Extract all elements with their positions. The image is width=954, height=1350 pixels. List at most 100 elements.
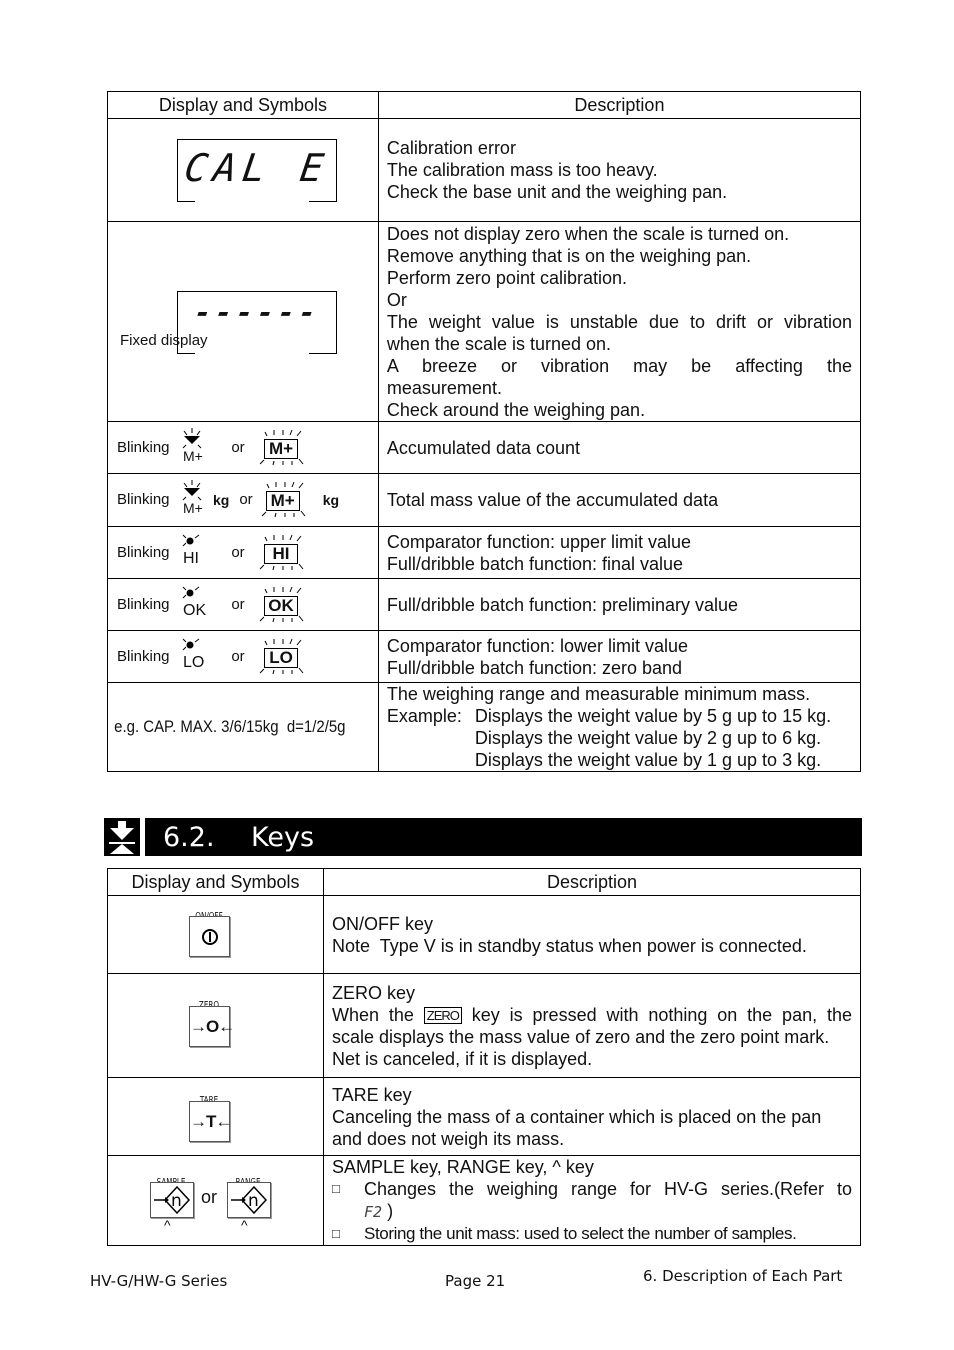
description-cell: Comparator function: lower limit value F… bbox=[377, 630, 862, 683]
key-cell: TARE →T← bbox=[107, 1077, 324, 1156]
range-key[interactable]: n bbox=[227, 1182, 271, 1218]
table-row: Blinking HI or HI Comparator function: u… bbox=[107, 526, 862, 579]
checkbox-bullet-icon: □ bbox=[332, 1226, 340, 1241]
header-display-symbols: Display and Symbols bbox=[107, 868, 324, 896]
lcd-cal-e: CAL E bbox=[107, 118, 379, 222]
tare-key[interactable]: →T← bbox=[189, 1101, 232, 1142]
down-arrow-section-icon bbox=[104, 818, 140, 856]
lcd-display: CAL E bbox=[177, 139, 337, 202]
lcd-text: ------ bbox=[192, 296, 322, 329]
sample-key[interactable]: n bbox=[150, 1182, 194, 1218]
annunciator-text: HI bbox=[183, 549, 199, 567]
table-row: ZERO →O← ZERO key When the ZERO key is p… bbox=[107, 973, 861, 1078]
example-line: Displays the weight value by 2 g up to 6… bbox=[474, 728, 822, 748]
table-row: CAL E Calibration error The calibration … bbox=[107, 118, 862, 222]
desc-line: Perform zero point calibration. bbox=[386, 267, 627, 288]
power-icon bbox=[202, 929, 218, 945]
lo-box-icon: LO bbox=[255, 637, 307, 677]
key-title: ON/OFF key bbox=[332, 913, 434, 934]
checkbox-bullet-icon: □ bbox=[332, 1181, 340, 1196]
m-plus-triangle-icon: M+ bbox=[179, 427, 213, 468]
desc-line: The weight value is unstable due to drif… bbox=[386, 311, 852, 332]
svg-text:n: n bbox=[248, 1191, 259, 1211]
table-row: Blinking LO or LO Comparator function: l… bbox=[107, 630, 862, 683]
table-header-row: Display and Symbols Description bbox=[107, 868, 861, 896]
ok-dot-icon: OK bbox=[179, 585, 213, 625]
desc-line: Comparator function: upper limit value bbox=[386, 531, 692, 552]
box-text: HI bbox=[264, 543, 298, 564]
lcd-fixed-display: ------ Fixed display bbox=[107, 221, 379, 422]
desc-line: Full/dribble batch function: preliminary… bbox=[386, 594, 739, 615]
desc-line: The calibration mass is too heavy. bbox=[386, 160, 658, 180]
description-cell: Does not display zero when the scale is … bbox=[377, 221, 862, 422]
key-title: TARE key bbox=[332, 1084, 412, 1105]
description-cell: Calibration error The calibration mass i… bbox=[377, 118, 862, 222]
range-n-icon: n bbox=[231, 1185, 268, 1215]
capacity-cell: e.g. CAP. MAX. 3/6/15kg d=1/2/5g bbox=[107, 682, 379, 772]
zero-arrows-icon: →O← bbox=[190, 1017, 235, 1036]
kg-unit-label: kg bbox=[213, 492, 230, 508]
description-cell: Comparator function: upper limit value F… bbox=[377, 526, 862, 579]
description-cell: TARE key Canceling the mass of a contain… bbox=[323, 1077, 861, 1156]
zero-key[interactable]: →O← bbox=[189, 1006, 235, 1047]
text-fragment: key is pressed with nothing on the pan, … bbox=[471, 1004, 852, 1025]
ok-box-icon: OK bbox=[255, 585, 307, 625]
on-off-key[interactable] bbox=[189, 916, 230, 957]
desc-line: A breeze or vibration may be affecting t… bbox=[386, 355, 852, 376]
desc-line: measurement. bbox=[386, 377, 502, 398]
desc-line: scale displays the mass value of zero an… bbox=[332, 1026, 830, 1047]
example-line: Displays the weight value by 1 g up to 3… bbox=[474, 750, 822, 770]
key-cell: ON/OFF bbox=[107, 895, 324, 974]
or-label: or bbox=[231, 438, 245, 456]
bullet-text: Changes the weighing range for HV-G seri… bbox=[364, 1179, 852, 1199]
header-description: Description bbox=[323, 868, 861, 896]
key-title: ZERO key bbox=[332, 982, 416, 1003]
text-fragment: When the bbox=[332, 1004, 414, 1025]
sample-n-icon: n bbox=[154, 1185, 191, 1215]
box-text: M+ bbox=[264, 438, 298, 459]
m-plus-box-icon: M+ bbox=[255, 428, 307, 468]
blink-symbol-cell: Blinking OK or OK bbox=[107, 578, 379, 631]
blinking-label: Blinking bbox=[117, 438, 170, 456]
desc-line: Does not display zero when the scale is … bbox=[386, 223, 790, 244]
capacity-example-text: e.g. CAP. MAX. 3/6/15kg d=1/2/5g bbox=[114, 717, 346, 736]
desc-line: and does not weigh its mass. bbox=[332, 1128, 565, 1149]
key-cell: ZERO →O← bbox=[107, 973, 324, 1078]
desc-line: Canceling the mass of a container which … bbox=[332, 1106, 822, 1127]
or-label: or bbox=[231, 595, 245, 613]
desc-line: Total mass value of the accumulated data bbox=[386, 490, 719, 510]
bullet-text: Storing the unit mass: used to select th… bbox=[364, 1224, 797, 1243]
or-label: or bbox=[231, 543, 245, 561]
desc-line: Comparator function: lower limit value bbox=[386, 635, 689, 656]
blinking-label: Blinking bbox=[117, 491, 170, 508]
desc-line: Full/dribble batch function: final value bbox=[386, 553, 684, 574]
desc-line: Check the base unit and the weighing pan… bbox=[386, 182, 728, 202]
blinking-label: Blinking bbox=[117, 543, 170, 561]
up-caret-icon: ^ bbox=[241, 1217, 248, 1233]
table-header-row: Display and Symbols Description bbox=[107, 91, 862, 119]
kg-unit-label: kg bbox=[322, 492, 340, 508]
desc-line: Remove anything that is on the weighing … bbox=[386, 245, 752, 266]
lo-dot-icon: LO bbox=[179, 637, 213, 677]
or-label: or bbox=[201, 1187, 218, 1207]
header-description: Description bbox=[377, 91, 862, 119]
table-row: e.g. CAP. MAX. 3/6/15kg d=1/2/5g The wei… bbox=[107, 682, 862, 772]
text-fragment: ) bbox=[387, 1201, 394, 1221]
section-heading: 6.2. Keys bbox=[145, 818, 862, 856]
svg-text:n: n bbox=[171, 1191, 182, 1211]
m-plus-triangle-icon: M+ bbox=[179, 480, 213, 520]
desc-line: When the ZERO key is pressed with nothin… bbox=[332, 1004, 852, 1026]
footer-series: HV-G/HW-G Series bbox=[90, 1272, 228, 1290]
desc-line: Full/dribble batch function: zero band bbox=[386, 657, 683, 678]
description-cell: Total mass value of the accumulated data bbox=[377, 473, 862, 527]
description-cell: SAMPLE key, RANGE key, ^ key □ Changes t… bbox=[323, 1155, 861, 1246]
example-label: Example: bbox=[386, 706, 462, 726]
display-symbols-table: Display and Symbols Description CAL E Ca… bbox=[107, 91, 862, 772]
section-title: Keys bbox=[251, 822, 315, 853]
blink-symbol-cell: Blinking LO or LO bbox=[107, 630, 379, 683]
description-cell: ON/OFF key Note Type V is in standby sta… bbox=[323, 895, 861, 974]
description-cell: The weighing range and measurable minimu… bbox=[377, 682, 862, 772]
description-cell: Accumulated data count bbox=[377, 421, 862, 474]
blink-symbol-cell: Blinking M+ kg or M+ kg bbox=[107, 473, 379, 527]
bullet-item: □ Changes the weighing range for HV-G se… bbox=[332, 1178, 852, 1200]
